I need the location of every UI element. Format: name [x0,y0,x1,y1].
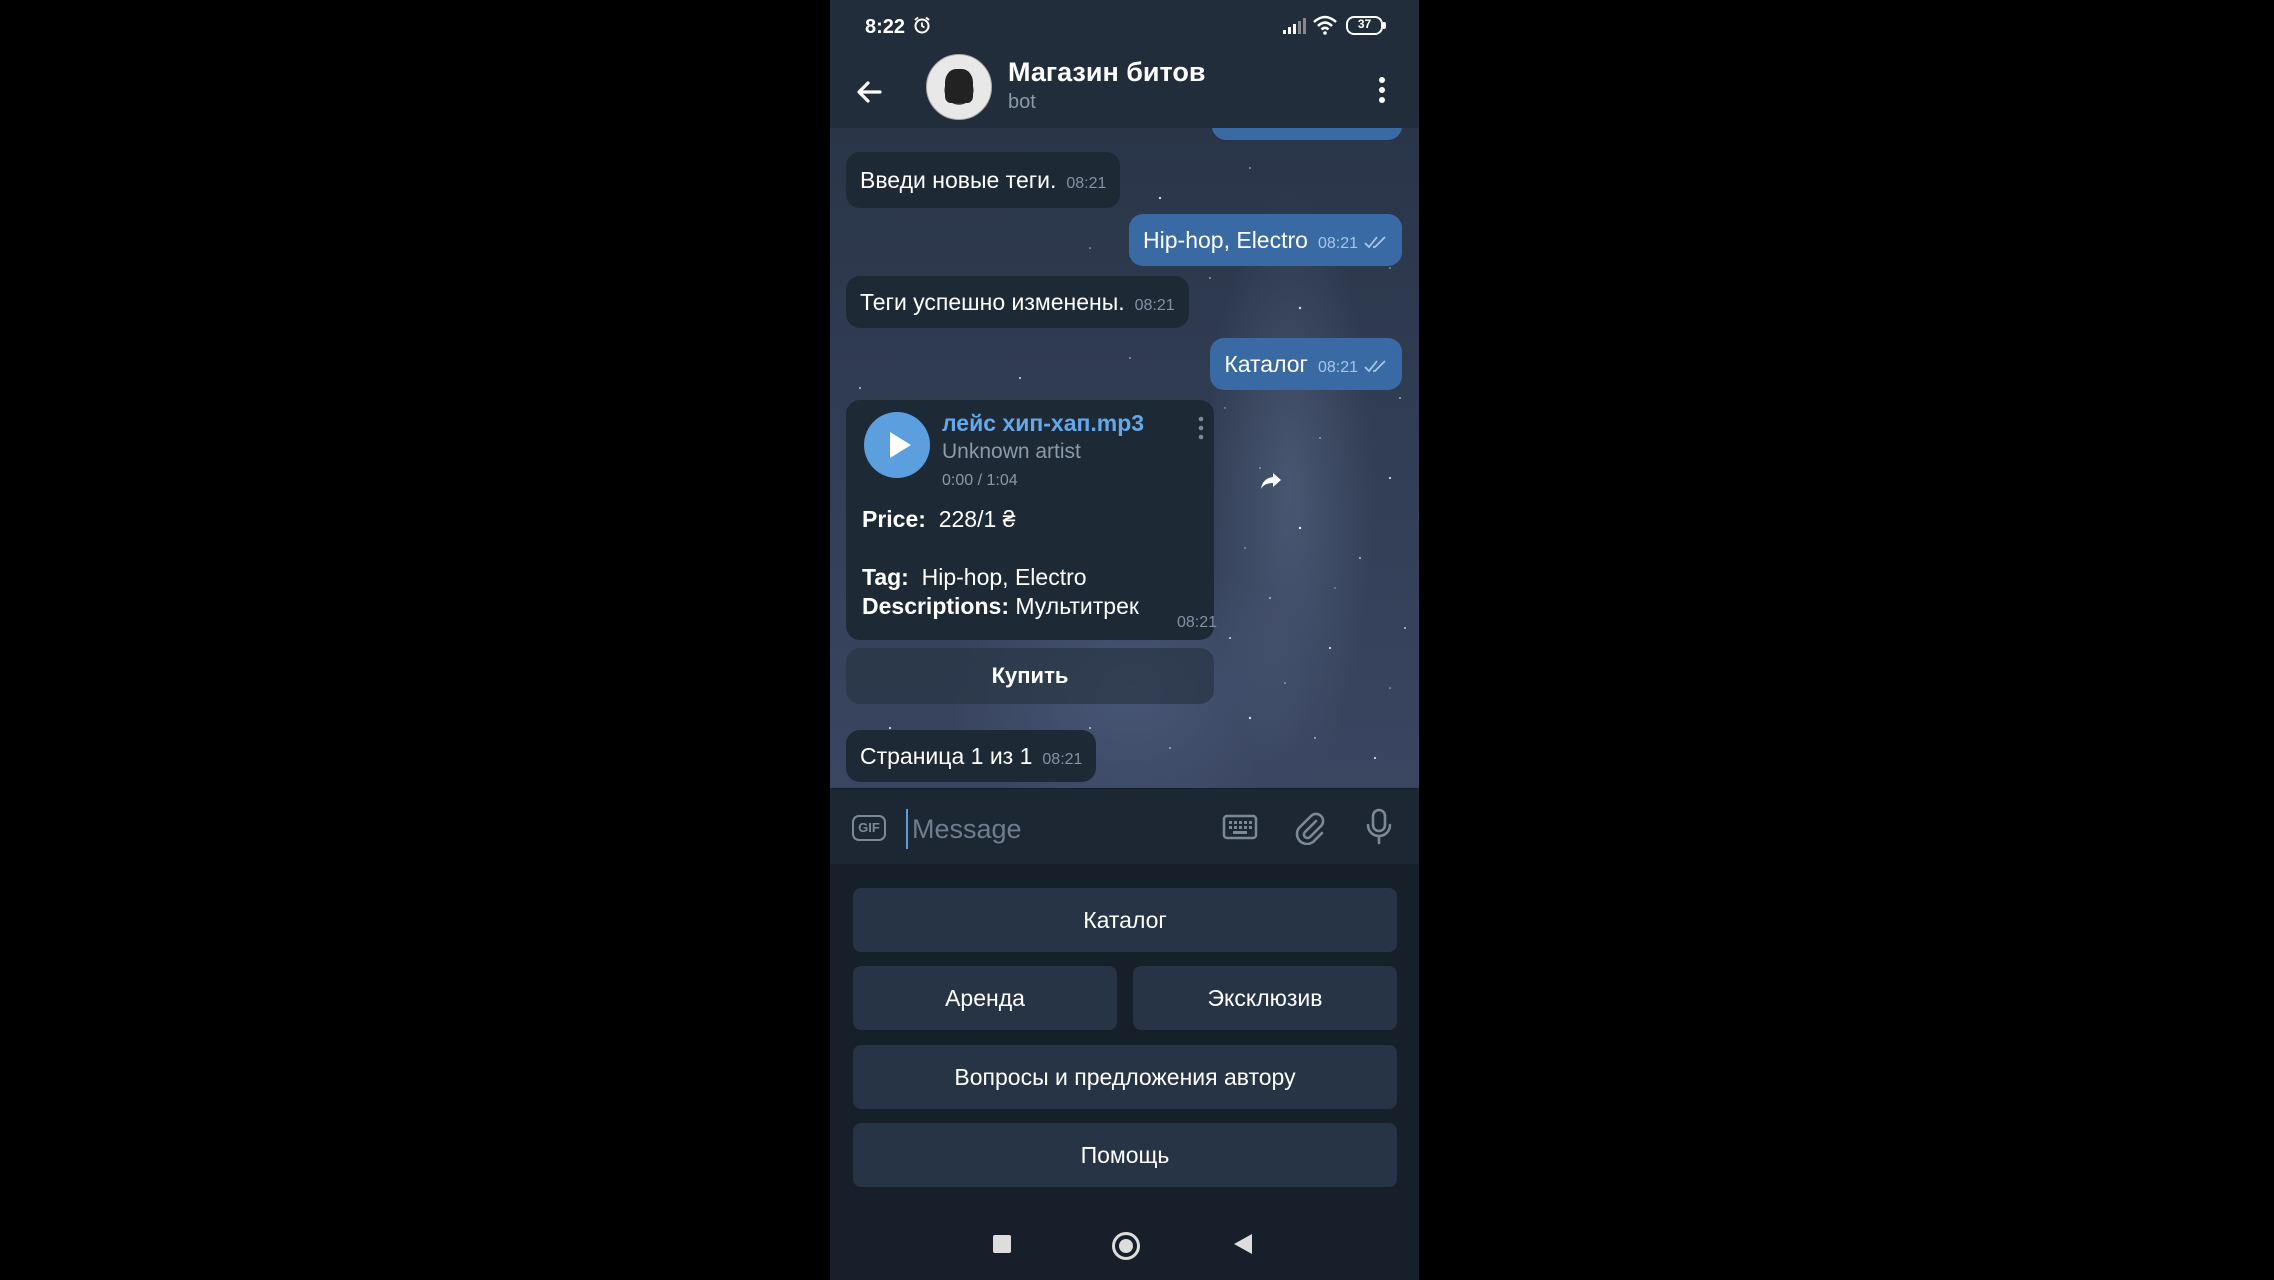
message-outgoing[interactable]: Hip-hop, Electro 08:21 [1129,214,1402,266]
description-label: Descriptions: [862,593,1009,619]
status-bar: 8:22 37 [830,0,1419,52]
message-partial-outgoing[interactable] [1212,128,1402,140]
double-check-icon [1364,236,1386,249]
battery-level: 37 [1357,17,1372,31]
message-incoming[interactable]: Введи новые теги. 08:21 [846,152,1121,208]
battery-icon: 37 [1346,16,1386,35]
audio-message[interactable]: лейс хип-хап.mp3 Unknown artist 0:00 / 1… [846,400,1218,640]
message-outgoing[interactable]: Каталог 08:21 [1210,338,1402,390]
message-time: 08:21 [1042,751,1083,768]
recent-apps-icon[interactable] [993,1235,1011,1253]
gif-icon[interactable]: GIF [852,815,886,841]
message-time: 08:21 [1317,235,1358,252]
chat-header: Магазин битов bot [830,52,1419,128]
exclusive-button[interactable]: Эксклюзив [1133,966,1397,1030]
message-input-bar: GIF [830,788,1419,865]
questions-button[interactable]: Вопросы и предложения автору [853,1045,1397,1109]
play-icon [890,432,911,458]
message-time: 08:21 [1066,175,1107,192]
price-label: Price: [862,506,926,532]
signal-icon [1283,18,1306,34]
keyboard-icon[interactable] [1222,813,1258,841]
attach-icon[interactable] [1292,809,1326,845]
buy-button[interactable]: Купить [846,648,1214,704]
audio-duration: 0:00 / 1:04 [942,472,1018,489]
play-button[interactable] [864,412,930,478]
microphone-icon[interactable] [1365,808,1393,846]
message-text: Страница 1 из 1 [860,743,1033,769]
more-vertical-icon[interactable] [1198,416,1204,440]
catalog-button[interactable]: Каталог [853,888,1397,952]
message-time: 08:21 [1177,614,1218,631]
message-incoming[interactable]: Теги успешно изменены. 08:21 [846,276,1189,328]
message-text: Теги успешно изменены. [860,289,1125,315]
description-line: Descriptions: Мультитрек [862,593,1139,620]
system-back-icon[interactable] [1234,1234,1252,1254]
description-value: Мультитрек [1015,593,1139,619]
double-check-icon [1364,360,1386,373]
status-time: 8:22 [865,16,906,38]
message-input[interactable] [906,809,1174,849]
chat-subtitle: bot [1008,91,1036,113]
message-text: Введи новые теги. [860,167,1057,193]
help-button[interactable]: Помощь [853,1123,1397,1187]
system-nav-bar [830,1210,1419,1280]
message-text: Каталог [1224,351,1308,377]
home-icon[interactable] [1112,1232,1140,1260]
rent-button[interactable]: Аренда [853,966,1117,1030]
message-time: 08:21 [1317,359,1358,376]
tag-line: Tag: Hip-hop, Electro [862,564,1087,591]
alarm-icon [914,16,930,34]
chat-title[interactable]: Магазин битов [1008,57,1206,88]
tag-label: Tag: [862,564,909,590]
price-line: Price: 228/1 ₴ [862,506,1015,533]
wifi-icon [1313,15,1337,35]
tag-value: Hip-hop, Electro [921,564,1087,590]
audio-artist: Unknown artist [942,440,1081,463]
price-value: 228/1 ₴ [938,506,1016,532]
share-forward-icon[interactable] [1254,464,1288,498]
chat-area[interactable]: Введи новые теги. 08:21 Hip-hop, Electro 0… [830,128,1419,788]
phone-screen: 8:22 37 Магазин битов bot Введи новые те… [830,0,1419,1280]
more-vertical-icon[interactable] [1370,72,1394,108]
reply-keyboard: Каталог Аренда Эксклюзив Вопросы и предл… [830,864,1419,1210]
audio-title[interactable]: лейс хип-хап.mp3 [942,410,1144,437]
message-time: 08:21 [1134,297,1175,314]
bot-avatar[interactable] [926,54,992,120]
back-arrow-icon[interactable] [850,72,890,112]
message-incoming[interactable]: Страница 1 из 1 08:21 [846,730,1097,782]
message-text: Hip-hop, Electro [1143,227,1308,253]
